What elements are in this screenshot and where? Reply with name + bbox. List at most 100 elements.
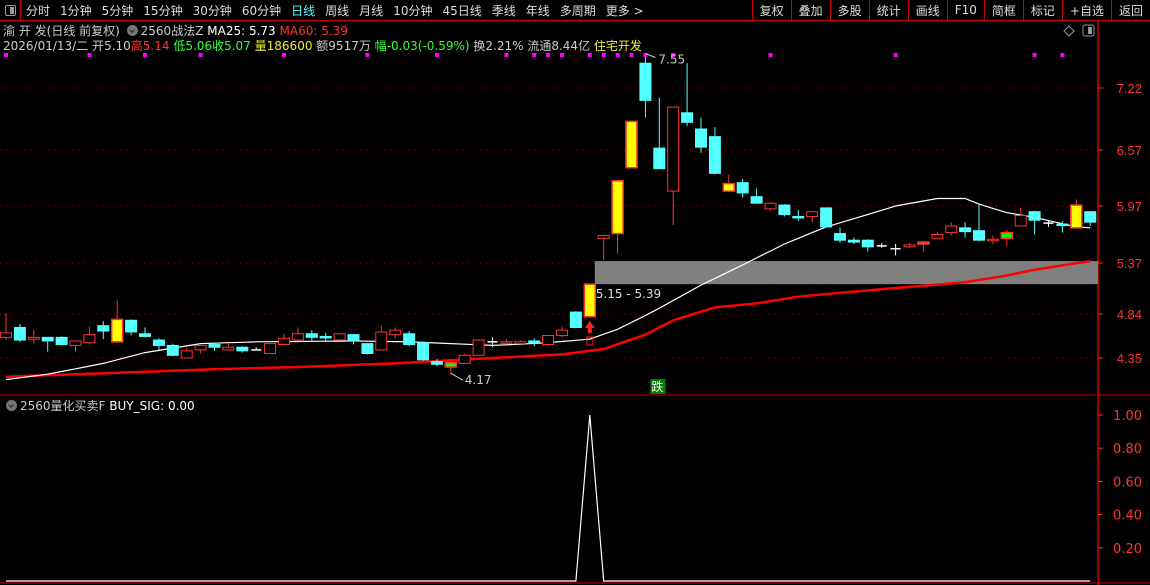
candle-body bbox=[792, 215, 805, 219]
candle bbox=[166, 343, 179, 357]
candle-body bbox=[931, 234, 944, 239]
candle-body bbox=[597, 234, 610, 239]
candle-body bbox=[166, 344, 179, 356]
candle bbox=[278, 333, 290, 346]
buy-signal-line bbox=[6, 414, 1091, 582]
candle-body bbox=[375, 331, 388, 351]
signal-marker-dot bbox=[1060, 53, 1065, 57]
sub-tick-label: 0.40 bbox=[1113, 509, 1142, 524]
candle-body bbox=[959, 227, 972, 233]
signal-marker-dot bbox=[504, 53, 509, 57]
chart-canvas[interactable]: 7.22 6.57 5.97 5.37 4.84 4.35 5.15 - 5.39 7.55 4… bbox=[0, 0, 1150, 585]
candle bbox=[986, 235, 999, 244]
candle bbox=[750, 188, 763, 204]
signal-marker-dot bbox=[629, 53, 634, 57]
candle-body bbox=[305, 333, 318, 338]
candle-body bbox=[152, 339, 165, 346]
candle bbox=[458, 353, 471, 364]
price-tick-label: 6.57 bbox=[1117, 143, 1142, 158]
candle bbox=[264, 343, 277, 355]
candle bbox=[41, 336, 54, 352]
candle bbox=[500, 339, 513, 344]
sub-tick-label: 0.60 bbox=[1113, 475, 1142, 490]
candle-body bbox=[945, 225, 958, 234]
low-price-label: 4.17 bbox=[465, 373, 492, 387]
candle-body bbox=[583, 283, 597, 318]
candle-body bbox=[139, 333, 151, 337]
candle bbox=[917, 241, 930, 252]
candle bbox=[97, 321, 110, 340]
candle-body bbox=[444, 361, 458, 368]
candle bbox=[597, 234, 610, 261]
candle-body bbox=[69, 340, 82, 346]
candle bbox=[1070, 199, 1083, 229]
candle bbox=[208, 343, 221, 351]
candle-body bbox=[13, 326, 26, 341]
signal-marker-dot bbox=[893, 53, 898, 57]
candle-body bbox=[347, 334, 360, 342]
candle bbox=[333, 333, 346, 341]
candle-body bbox=[708, 136, 721, 174]
candle bbox=[876, 243, 887, 248]
candle bbox=[639, 56, 652, 118]
signal-marker-dot bbox=[532, 53, 537, 57]
signal-marker-dot bbox=[87, 53, 92, 57]
candle-body bbox=[110, 318, 124, 343]
price-tick-label: 5.97 bbox=[1117, 199, 1142, 214]
candle bbox=[444, 361, 458, 375]
candle bbox=[0, 313, 12, 341]
candle-body bbox=[973, 230, 985, 241]
candle-body bbox=[542, 335, 555, 346]
candle-body bbox=[986, 238, 999, 242]
candle-body bbox=[736, 182, 749, 194]
diamond-icon bbox=[1063, 25, 1075, 37]
candle-body bbox=[834, 233, 846, 241]
candle-body bbox=[389, 329, 402, 336]
candle-body bbox=[917, 241, 930, 245]
candle bbox=[583, 283, 597, 318]
candle-body bbox=[653, 147, 666, 170]
candle-body bbox=[180, 350, 193, 359]
candle-body bbox=[291, 333, 304, 341]
candle bbox=[403, 331, 416, 347]
candle bbox=[236, 346, 249, 353]
price-tick-label: 4.35 bbox=[1117, 351, 1142, 366]
candle-body bbox=[472, 339, 485, 356]
sub-tick-label: 1.00 bbox=[1113, 409, 1142, 424]
candle bbox=[389, 327, 402, 339]
candle-body bbox=[667, 106, 680, 192]
candle-body bbox=[639, 62, 652, 101]
candle-body bbox=[333, 333, 346, 341]
candle-body bbox=[264, 343, 277, 355]
candle-body bbox=[806, 211, 819, 217]
candle-body bbox=[1070, 204, 1083, 229]
candle bbox=[472, 339, 485, 356]
candle-body bbox=[514, 341, 527, 345]
candle bbox=[611, 180, 624, 254]
candle bbox=[945, 222, 958, 236]
candle-body bbox=[83, 334, 96, 344]
candle bbox=[973, 205, 985, 242]
candle bbox=[695, 117, 707, 153]
candle-body bbox=[681, 112, 694, 123]
candle-body bbox=[222, 346, 235, 351]
candle-body bbox=[1084, 211, 1097, 223]
signal-marker-dot bbox=[1032, 53, 1037, 57]
buy-arrow-icon bbox=[584, 321, 595, 333]
candle-body bbox=[458, 354, 471, 364]
candle bbox=[125, 319, 138, 336]
candle-body bbox=[361, 343, 374, 355]
candle bbox=[83, 326, 96, 345]
candle-body bbox=[430, 361, 443, 365]
candle bbox=[681, 63, 694, 127]
candle bbox=[653, 97, 666, 170]
fall-badge-label: 跌 bbox=[651, 379, 663, 394]
candle-body bbox=[27, 336, 40, 340]
candle bbox=[903, 243, 916, 248]
signal-marker-dot bbox=[143, 53, 147, 57]
candle-body bbox=[625, 120, 638, 169]
candle bbox=[305, 330, 318, 341]
candle bbox=[361, 343, 374, 355]
candle-body bbox=[403, 333, 416, 346]
signal-marker-dot bbox=[601, 53, 606, 57]
